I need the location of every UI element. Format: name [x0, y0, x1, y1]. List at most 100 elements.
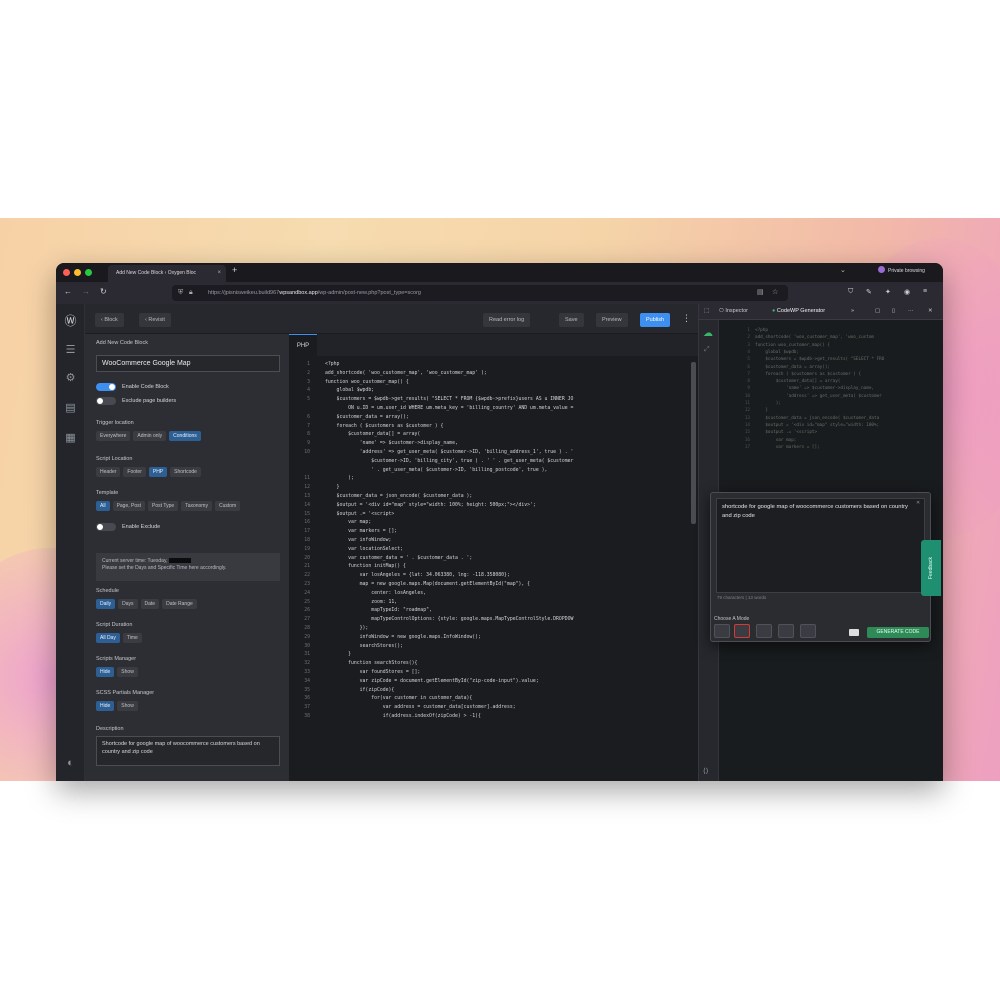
server-time-hint: Please set the Days and Specific Time he… [102, 565, 227, 571]
template-page-post-option[interactable]: Page, Post [112, 501, 146, 511]
lock-icon[interactable]: 🔒︎ [189, 285, 193, 301]
scripts-manager-hide-option[interactable]: Hide [96, 667, 115, 677]
back-to-blocks-button[interactable]: ‹ Block [95, 313, 124, 327]
location-php-option[interactable]: PHP [148, 467, 168, 477]
account-icon[interactable]: ◉ [904, 288, 910, 296]
code-line: 'address' => get_user_meta( $customer->I… [325, 450, 574, 455]
wrench-icon[interactable]: ✎ [866, 288, 872, 296]
feedback-tab[interactable]: Feedback [921, 540, 941, 596]
minimize-window-button[interactable] [74, 269, 81, 276]
layout-icon[interactable]: ▦ [63, 431, 78, 446]
mode-css-option[interactable] [800, 624, 816, 638]
tab-list-chevron-icon[interactable]: ⌄ [840, 266, 846, 274]
schedule-days-option[interactable]: Days [118, 599, 138, 609]
extension-icon[interactable]: ✦ [885, 288, 891, 296]
scss-partials-show-option[interactable]: Show [117, 701, 138, 711]
mode-php-option[interactable] [756, 624, 772, 638]
code-line: }); [325, 626, 369, 631]
code-line: foreach ( $customers as $customer ) { [325, 423, 444, 429]
more-tabs-button[interactable]: » [851, 308, 854, 314]
scripts-manager-options: Hide Show [96, 667, 141, 677]
forward-arrow-icon[interactable]: → [82, 287, 90, 296]
location-footer-option[interactable]: Footer [123, 467, 146, 477]
code-line: $output .= '<script> [325, 511, 395, 517]
mode-woocommerce-option[interactable] [734, 624, 750, 638]
dock-side-icon[interactable]: ▢ [875, 308, 880, 314]
trigger-conditions-option[interactable]: Conditions [169, 431, 201, 441]
save-button[interactable]: Save [559, 313, 584, 327]
inspector-tab[interactable]: ⎔ Inspector [719, 308, 748, 314]
publish-button[interactable]: Publish [640, 313, 671, 327]
more-options-icon[interactable]: ⋮ [682, 313, 691, 324]
enable-code-block-toggle[interactable] [96, 383, 116, 391]
generate-code-button[interactable]: GENERATE CODE [867, 627, 929, 638]
scss-partials-hide-option[interactable]: Hide [96, 701, 115, 711]
code-line: center: losAngeles, [325, 590, 427, 596]
description-textarea[interactable]: Shortcode for google map of woocommerce … [96, 736, 280, 766]
code-toggle-icon[interactable]: ⟨⟩ [703, 767, 708, 775]
mode-javascript-option[interactable] [778, 624, 794, 638]
reader-view-icon[interactable]: ▤ [757, 285, 764, 301]
template-all-option[interactable]: All [96, 501, 110, 511]
template-post-type-option[interactable]: Post Type [148, 501, 179, 511]
exclude-page-builders-toggle[interactable] [96, 397, 116, 405]
read-error-log-button[interactable]: Read error log [483, 313, 531, 327]
line-number: 1 [307, 362, 310, 367]
document-icon[interactable]: ▤ [63, 401, 78, 416]
new-tab-button[interactable]: + [232, 265, 237, 275]
template-taxonomy-option[interactable]: Taxonomy [181, 501, 212, 511]
back-arrow-icon[interactable]: ← [64, 287, 72, 296]
sliders-icon[interactable]: ☰ [63, 343, 78, 358]
editor-scrollbar[interactable] [691, 362, 696, 524]
schedule-daily-option[interactable]: Daily [96, 599, 116, 609]
location-header-option[interactable]: Header [96, 467, 121, 477]
toggle-knob [109, 384, 115, 390]
pick-element-icon[interactable]: ⬚ [704, 308, 709, 314]
clear-prompt-icon[interactable]: ✕ [916, 500, 920, 506]
trigger-admin-only-option[interactable]: Admin only [133, 431, 167, 441]
choose-mode-label: Choose A Mode [714, 616, 750, 622]
gear-icon[interactable]: ⚙ [63, 371, 78, 386]
schedule-date-option[interactable]: Date [140, 599, 160, 609]
line-number: 17 [304, 529, 310, 535]
location-shortcode-option[interactable]: Shortcode [170, 467, 201, 477]
code-line: var losAngeles = {lat: 34.063380, lng: -… [325, 573, 510, 579]
reload-icon[interactable]: ↻ [100, 287, 107, 296]
code-line: if(zipCode){ [325, 687, 395, 693]
bookmark-star-icon[interactable]: ☆ [772, 285, 778, 301]
codewp-generator-tab[interactable]: ● CodeWP Generator [772, 308, 825, 314]
codewp-logo-icon[interactable]: ☁ [703, 328, 713, 339]
template-custom-option[interactable]: Custom [214, 501, 241, 511]
preview-button[interactable]: Preview [596, 313, 628, 327]
keyboard-icon[interactable] [849, 629, 859, 636]
schedule-date-range-option[interactable]: Date Range [162, 599, 197, 609]
enable-exclude-toggle[interactable] [96, 523, 116, 531]
trigger-everywhere-option[interactable]: Everywhere [96, 431, 131, 441]
code-editor[interactable]: PHP 1 2 3 4 5 6 7 8 9 10 11 12 13 14 15 16 17 18 19 20 21 22 2… [289, 334, 698, 781]
mode-wordpress-option[interactable] [714, 624, 730, 638]
prompt-textarea[interactable]: shortcode for google map of woocommerce … [716, 498, 925, 593]
duration-all-day-option[interactable]: All Day [96, 633, 120, 643]
responsive-design-icon[interactable]: ▯ [892, 308, 895, 314]
revisions-button[interactable]: ‹ Revisit [139, 313, 171, 327]
expand-icon[interactable]: ⤢ [704, 346, 710, 354]
devtools-menu-icon[interactable]: ··· [908, 308, 914, 314]
close-window-button[interactable] [63, 269, 70, 276]
wordpress-logo-icon[interactable]: Ⓦ [63, 314, 78, 329]
maximize-window-button[interactable] [85, 269, 92, 276]
menu-icon[interactable]: ≡ [923, 288, 927, 295]
duration-time-option[interactable]: Time [122, 633, 142, 643]
tab-php[interactable]: PHP [289, 334, 317, 356]
close-tab-icon[interactable]: × [217, 265, 221, 282]
shield-icon[interactable]: ⛨ [178, 285, 183, 301]
private-browsing-icon [878, 266, 885, 273]
line-number: 31 [304, 652, 310, 658]
scripts-manager-show-option[interactable]: Show [117, 667, 138, 677]
close-devtools-icon[interactable]: ✕ [928, 308, 933, 314]
block-title-input[interactable]: WooCommerce Google Map [96, 355, 280, 372]
code-line: var map; [325, 520, 372, 526]
url-bar[interactable]: ⛨ 🔒︎ https://jpisnisweikeu.build967wpsan… [172, 285, 788, 301]
theme-toggle-icon[interactable]: ◐ [63, 756, 78, 771]
browser-tab[interactable]: Add New Code Block ‹ Oxygen Bloc × [108, 265, 226, 282]
pocket-icon[interactable]: ⛉ [848, 288, 853, 296]
